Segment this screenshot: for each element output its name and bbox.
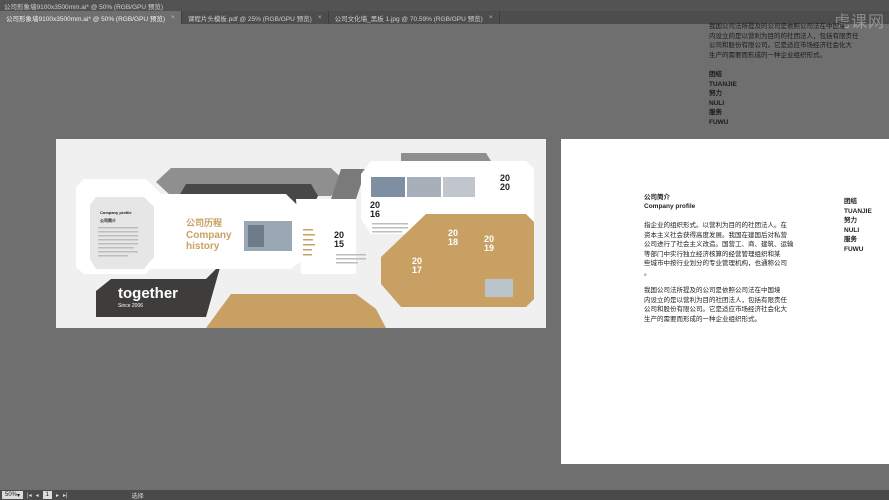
current-tool-label: 选择	[131, 493, 144, 500]
text-line: 内设立的是以营利为目的的社团法人，包括有限责任	[709, 32, 859, 40]
together-text: together	[118, 285, 178, 302]
keyword: TUANJIE	[709, 80, 737, 88]
tab-label: 课程片头模板.pdf @ 25% (RGB/GPU 预览)	[187, 15, 312, 23]
photo-team-1	[371, 177, 405, 197]
artboard-wall-design[interactable]: Company profile 公司简介 公司历程 Company histor…	[56, 139, 546, 328]
text-line: 我国公司法所提及的公司是依照公司法在中国境	[644, 287, 781, 294]
photo-small	[485, 279, 513, 297]
text-line: 资本主义社会获得高度发展。我国在建国后对私营	[644, 231, 787, 239]
history-en-1: Company	[186, 230, 232, 241]
text-line: 指企业的组织形式。以营利为目的的社团法人。在	[644, 222, 787, 229]
last-page-icon[interactable]: ▸|	[63, 492, 68, 499]
page-paragraph-2: 我国公司法所提及的公司是依照公司法在中国境 内设立的是以营利为目的社团法人，包括…	[644, 286, 787, 324]
history-en-2: history	[186, 241, 220, 252]
profile-cn: 公司简介	[100, 218, 116, 223]
illustrator-workspace: 公司形象墙9100x3500mm.ai* @ 50% (RGB/GPU 预览) …	[0, 0, 889, 500]
photo-team-3	[443, 177, 475, 197]
tab-label: 公司文化墙_黑板 1.jpg @ 70.59% (RGB/GPU 预览)	[334, 15, 483, 23]
keyword: 服务	[844, 236, 857, 243]
status-bar: 50% ▾ |◂ ◂ 1 ▸ ▸| 选择	[0, 490, 889, 500]
pasteboard-paragraph: 我国公司法所提及的公司是依照公司法在中国境 内设立的是以营利为目的的社团法人，包…	[709, 22, 859, 60]
year-2016-bottom: 16	[370, 209, 381, 219]
tab-document-2[interactable]: 课程片头模板.pdf @ 25% (RGB/GPU 预览) ×	[182, 11, 329, 24]
photo-team-2	[407, 177, 441, 197]
text-line: 生产的需要而形成的一种企业组织形式。	[709, 51, 826, 59]
text-line: 等部门中实行独立经济核算的经营管理组织和某	[644, 250, 781, 258]
text-line: 我国公司法所提及的公司是依照公司法在中国境	[709, 23, 846, 30]
first-page-icon[interactable]: |◂	[27, 492, 32, 499]
zoom-value: 50%	[5, 492, 18, 498]
tab-document-1[interactable]: 公司形象墙9100x3500mm.ai* @ 50% (RGB/GPU 预览) ×	[0, 11, 182, 24]
year-2018-bottom: 18	[448, 237, 459, 247]
title-bar: 公司形象墙9100x3500mm.ai* @ 50% (RGB/GPU 预览)	[0, 0, 889, 11]
text-line: 些城市中按行业划分的专业管理机构，也通称公司	[644, 260, 787, 267]
grey-band-right	[401, 153, 491, 161]
profile-title: Company profile	[100, 210, 132, 215]
keyword: 团结	[709, 71, 722, 78]
page-number-field[interactable]: 1	[42, 491, 52, 499]
close-icon[interactable]: ×	[489, 14, 493, 21]
page-value: 1	[45, 492, 49, 498]
pasteboard-keywords: 团结 TUANJIE 努力 NULI 服务 FUWU	[709, 70, 737, 127]
keyword: 努力	[709, 90, 722, 97]
grey-hexagon	[90, 197, 154, 269]
tab-label: 公司形象墙9100x3500mm.ai* @ 50% (RGB/GPU 预览)	[6, 15, 166, 23]
text-line: 生产的需要而形成的一种企业组织形式。	[644, 315, 761, 323]
text-line: 公司和股份有限公司。它是适应市场经济社会化大	[709, 42, 852, 49]
gold-band-bottom	[206, 294, 386, 328]
text-line: 内设立的是以营利为目的社团法人，包括有限责任	[644, 296, 787, 304]
page-title-en: Company profile	[644, 203, 696, 210]
window-title: 公司形象墙9100x3500mm.ai* @ 50% (RGB/GPU 预览)	[4, 3, 164, 11]
year-2020-bottom: 20	[500, 182, 511, 192]
page-keywords: 团结 TUANJIE 努力 NULI 服务 FUWU	[844, 197, 872, 254]
keyword: 努力	[844, 217, 857, 224]
since-text: Since 2006	[118, 303, 144, 309]
history-cn: 公司历程	[186, 218, 223, 228]
keyword: 团结	[844, 198, 857, 205]
text-line: 。	[644, 269, 651, 277]
keyword: FUWU	[709, 118, 729, 126]
keyword: NULI	[709, 99, 725, 107]
page-paragraph-1: 指企业的组织形式。以营利为目的的社团法人。在 资本主义社会获得高度发展。我国在建…	[644, 221, 794, 278]
close-icon[interactable]: ×	[171, 14, 175, 21]
photo-shade	[248, 225, 264, 247]
text-line: 公司进行了社会主义改造。国营工、商、建筑、运输	[644, 241, 794, 248]
year-2017-bottom: 17	[412, 265, 423, 275]
keyword: FUWU	[844, 245, 864, 253]
zoom-select[interactable]: 50% ▾	[2, 491, 24, 499]
next-page-icon[interactable]: ▸	[56, 492, 59, 499]
keyword: NULI	[844, 226, 860, 234]
chevron-down-icon: ▾	[17, 492, 21, 499]
keyword: TUANJIE	[844, 207, 872, 215]
close-icon[interactable]: ×	[318, 14, 322, 21]
keyword: 服务	[709, 109, 722, 116]
prev-page-icon[interactable]: ◂	[36, 492, 39, 499]
text-line: 公司和股份有限公司。它是适应市场经济社会化大	[644, 306, 787, 313]
year-2019-bottom: 19	[484, 243, 495, 253]
year-2015-bottom: 15	[334, 239, 345, 249]
tab-document-3[interactable]: 公司文化墙_黑板 1.jpg @ 70.59% (RGB/GPU 预览) ×	[329, 11, 500, 24]
artboard-profile-page[interactable]: 公司简介 Company profile 指企业的组织形式。以营利为目的的社团法…	[561, 139, 889, 464]
